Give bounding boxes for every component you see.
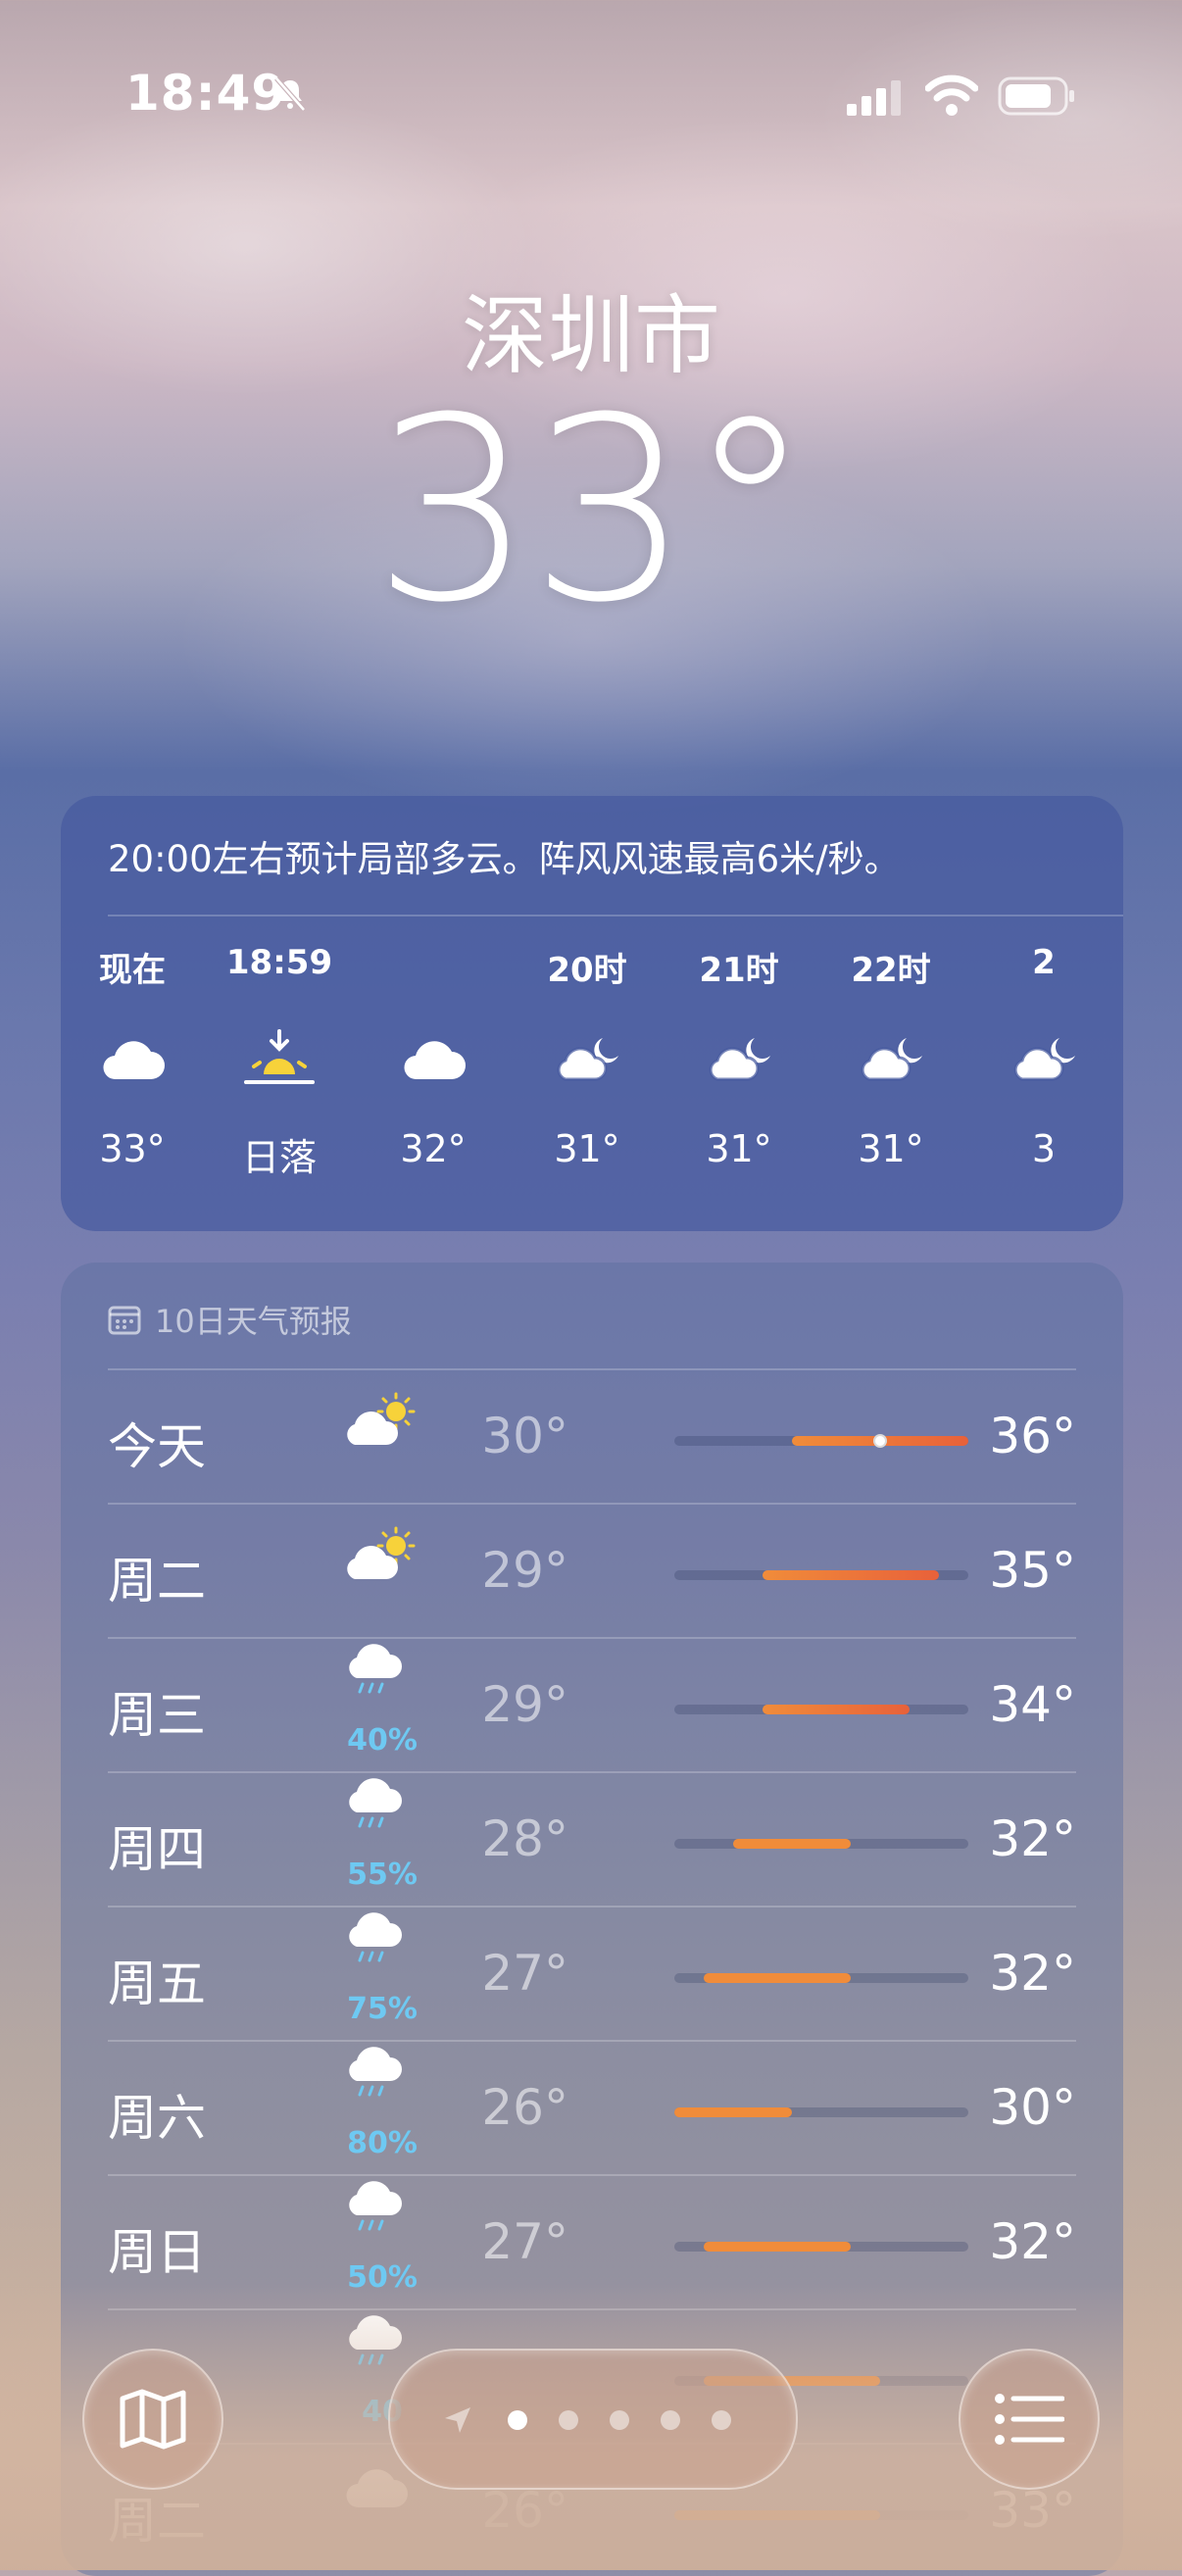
hourly-summary: 20:00左右预计局部多云。阵风风速最高6米/秒。	[108, 838, 901, 880]
hour-label: 21时	[699, 951, 779, 990]
hour-temp: 日落	[241, 1136, 317, 1179]
low-temp: 27°	[481, 2213, 568, 2270]
hour-item: 23	[970, 943, 1117, 1170]
temp-range-fill	[704, 2242, 851, 2252]
hour-temp: 33°	[99, 1127, 166, 1170]
wifi-icon	[925, 74, 978, 116]
hour-temp: 31°	[858, 1127, 924, 1170]
hour-temp: 31°	[706, 1127, 772, 1170]
page-dot[interactable]	[508, 2410, 527, 2430]
day-name: 今天	[108, 1418, 206, 1475]
ten-day-header: 10日天气预报	[108, 1298, 352, 1341]
moon-cloud-icon	[665, 1000, 813, 1117]
hourly-forecast-card[interactable]: 20:00左右预计局部多云。阵风风速最高6米/秒。 现在 33° 18:59 日落 32…	[61, 796, 1123, 1231]
temp-range-track	[674, 2107, 968, 2117]
location-pager[interactable]	[388, 2349, 798, 2490]
high-temp: 30°	[989, 2079, 1076, 2136]
hour-item: 20时 31°	[514, 943, 661, 1170]
page-dot[interactable]	[559, 2410, 578, 2430]
current-location-arrow-icon[interactable]	[443, 2405, 472, 2435]
hour-label: 现在	[99, 951, 166, 990]
divider	[108, 915, 1123, 916]
temp-range-fill	[704, 1973, 851, 1983]
day-row[interactable]: 今天 30° 36°	[108, 1370, 1076, 1505]
hour-label: 18:59	[225, 943, 333, 982]
battery-icon	[998, 76, 1074, 116]
high-temp: 33°	[989, 2482, 1076, 2539]
temp-range-fill	[674, 2510, 880, 2520]
page-dot[interactable]	[712, 2410, 731, 2430]
day-row[interactable]: 周二 29° 35°	[108, 1505, 1076, 1639]
high-temp: 34°	[989, 1676, 1076, 1733]
cloud-icon	[61, 1000, 206, 1117]
low-temp: 30°	[481, 1408, 568, 1464]
temp-range-fill	[763, 1570, 939, 1580]
high-temp: 32°	[989, 1945, 1076, 2002]
status-bar: 18:49	[0, 0, 1182, 196]
day-name: 周二	[108, 1553, 206, 1610]
high-temp: 32°	[989, 1810, 1076, 1867]
map-icon	[120, 2389, 186, 2450]
hour-item: 32°	[360, 943, 507, 1170]
temp-range-track	[674, 1839, 968, 1849]
day-row[interactable]: 周三 40% 29° 34°	[108, 1639, 1076, 1773]
day-name: 周三	[108, 1687, 206, 1744]
temp-range-track	[674, 1434, 968, 1448]
mute-bell-icon	[274, 76, 306, 112]
day-name: 周六	[108, 2090, 206, 2147]
page-dot[interactable]	[661, 2410, 680, 2430]
temp-range-track	[674, 2242, 968, 2252]
hour-label	[360, 943, 507, 984]
current-temperature: 33°	[372, 364, 813, 658]
hour-item: 18:59 日落	[206, 943, 353, 1181]
low-temp: 27°	[481, 1945, 568, 2002]
low-temp: 29°	[481, 1676, 568, 1733]
sunset-icon	[206, 1000, 353, 1117]
hour-item: 22时 31°	[817, 943, 964, 1170]
temp-range-track	[674, 1973, 968, 1983]
hour-label: 2	[1032, 943, 1056, 982]
temp-range-track	[674, 1570, 968, 1580]
location-list-button[interactable]	[959, 2349, 1100, 2490]
day-name: 周四	[108, 1821, 206, 1878]
temp-range-fill	[733, 1839, 851, 1849]
moon-cloud-icon	[514, 1000, 661, 1117]
day-name: 周五	[108, 1956, 206, 2012]
hour-temp: 3	[1031, 1127, 1057, 1170]
temp-range-fill	[674, 2107, 792, 2117]
hour-label: 22时	[851, 951, 931, 990]
low-temp: 28°	[481, 1810, 568, 1867]
map-button[interactable]	[82, 2349, 223, 2490]
hour-item: 现在 33°	[61, 943, 206, 1170]
status-time: 18:49	[125, 65, 287, 122]
cloud-icon	[360, 1000, 507, 1117]
day-row[interactable]: 周六 80% 26° 30°	[108, 2042, 1076, 2176]
hour-label: 20时	[547, 951, 627, 990]
high-temp: 35°	[989, 1542, 1076, 1599]
ten-day-title: 10日天气预报	[155, 1303, 352, 1340]
high-temp: 36°	[989, 1408, 1076, 1464]
day-row[interactable]: 周日 50% 27° 32°	[108, 2176, 1076, 2310]
day-row[interactable]: 周四 55% 28° 32°	[108, 1773, 1076, 1907]
hour-temp: 31°	[554, 1127, 620, 1170]
current-temp-marker	[873, 1434, 887, 1448]
low-temp: 26°	[481, 2482, 568, 2539]
hour-item: 21时 31°	[665, 943, 813, 1170]
temp-range-fill	[763, 1705, 910, 1714]
low-temp: 26°	[481, 2079, 568, 2136]
day-row[interactable]: 周五 75% 27° 32°	[108, 1907, 1076, 2042]
calendar-icon	[108, 1306, 141, 1335]
day-name: 周日	[108, 2224, 206, 2281]
moon-cloud-icon	[970, 1000, 1117, 1117]
low-temp: 29°	[481, 1542, 568, 1599]
day-name: 周二	[108, 2493, 206, 2550]
high-temp: 32°	[989, 2213, 1076, 2270]
list-icon	[995, 2394, 1064, 2445]
cellular-signal-icon	[847, 80, 901, 116]
moon-cloud-icon	[817, 1000, 964, 1117]
temp-range-track	[674, 2510, 968, 2520]
hour-temp: 32°	[400, 1127, 467, 1170]
temp-range-track	[674, 1705, 968, 1714]
page-dot[interactable]	[610, 2410, 629, 2430]
